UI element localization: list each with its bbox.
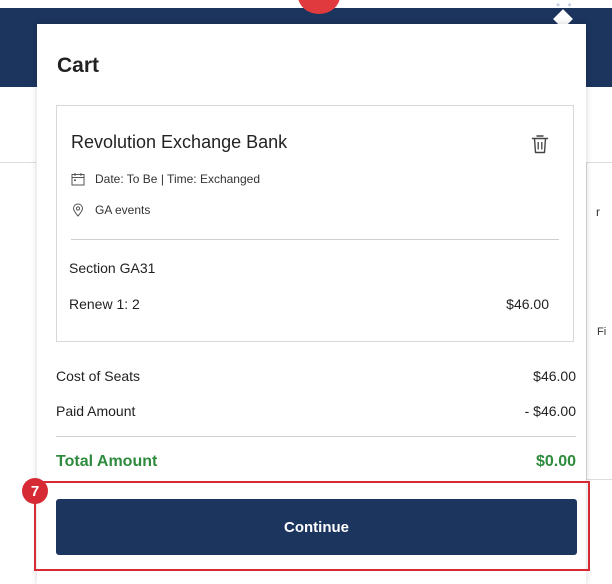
line-item-price: $46.00 <box>506 296 549 312</box>
event-name: Revolution Exchange Bank <box>71 132 288 152</box>
calendar-icon <box>71 173 85 186</box>
total-label: Total Amount <box>56 453 158 470</box>
cart-item-card: Revolution Exchange Bank Date: To Be | T… <box>56 105 574 342</box>
background-partial-text: r <box>596 205 600 219</box>
cost-label: Cost of Seats <box>56 368 141 384</box>
step-number-badge: 7 <box>22 478 48 504</box>
background-partial-text: Fi <box>597 326 607 338</box>
paid-value: - $46.00 <box>524 403 576 419</box>
trash-icon[interactable] <box>531 134 549 154</box>
line-item-label: Renew 1: 2 <box>69 296 140 312</box>
continue-button[interactable]: Continue <box>56 499 577 555</box>
event-date-row: Date: To Be | Time: Exchanged <box>71 172 260 186</box>
summary-divider <box>56 436 576 437</box>
seat-section: Section GA31 <box>69 260 156 276</box>
cart-title: Cart <box>57 54 100 77</box>
event-date-time: Date: To Be | Time: Exchanged <box>95 172 260 186</box>
paid-label: Paid Amount <box>56 403 136 419</box>
event-venue: GA events <box>95 203 151 217</box>
card-divider <box>71 239 559 240</box>
cost-value: $46.00 <box>533 368 576 384</box>
location-pin-icon <box>72 203 84 217</box>
event-venue-row: GA events <box>71 203 150 217</box>
background-divider <box>0 162 36 163</box>
total-value: $0.00 <box>535 453 576 470</box>
